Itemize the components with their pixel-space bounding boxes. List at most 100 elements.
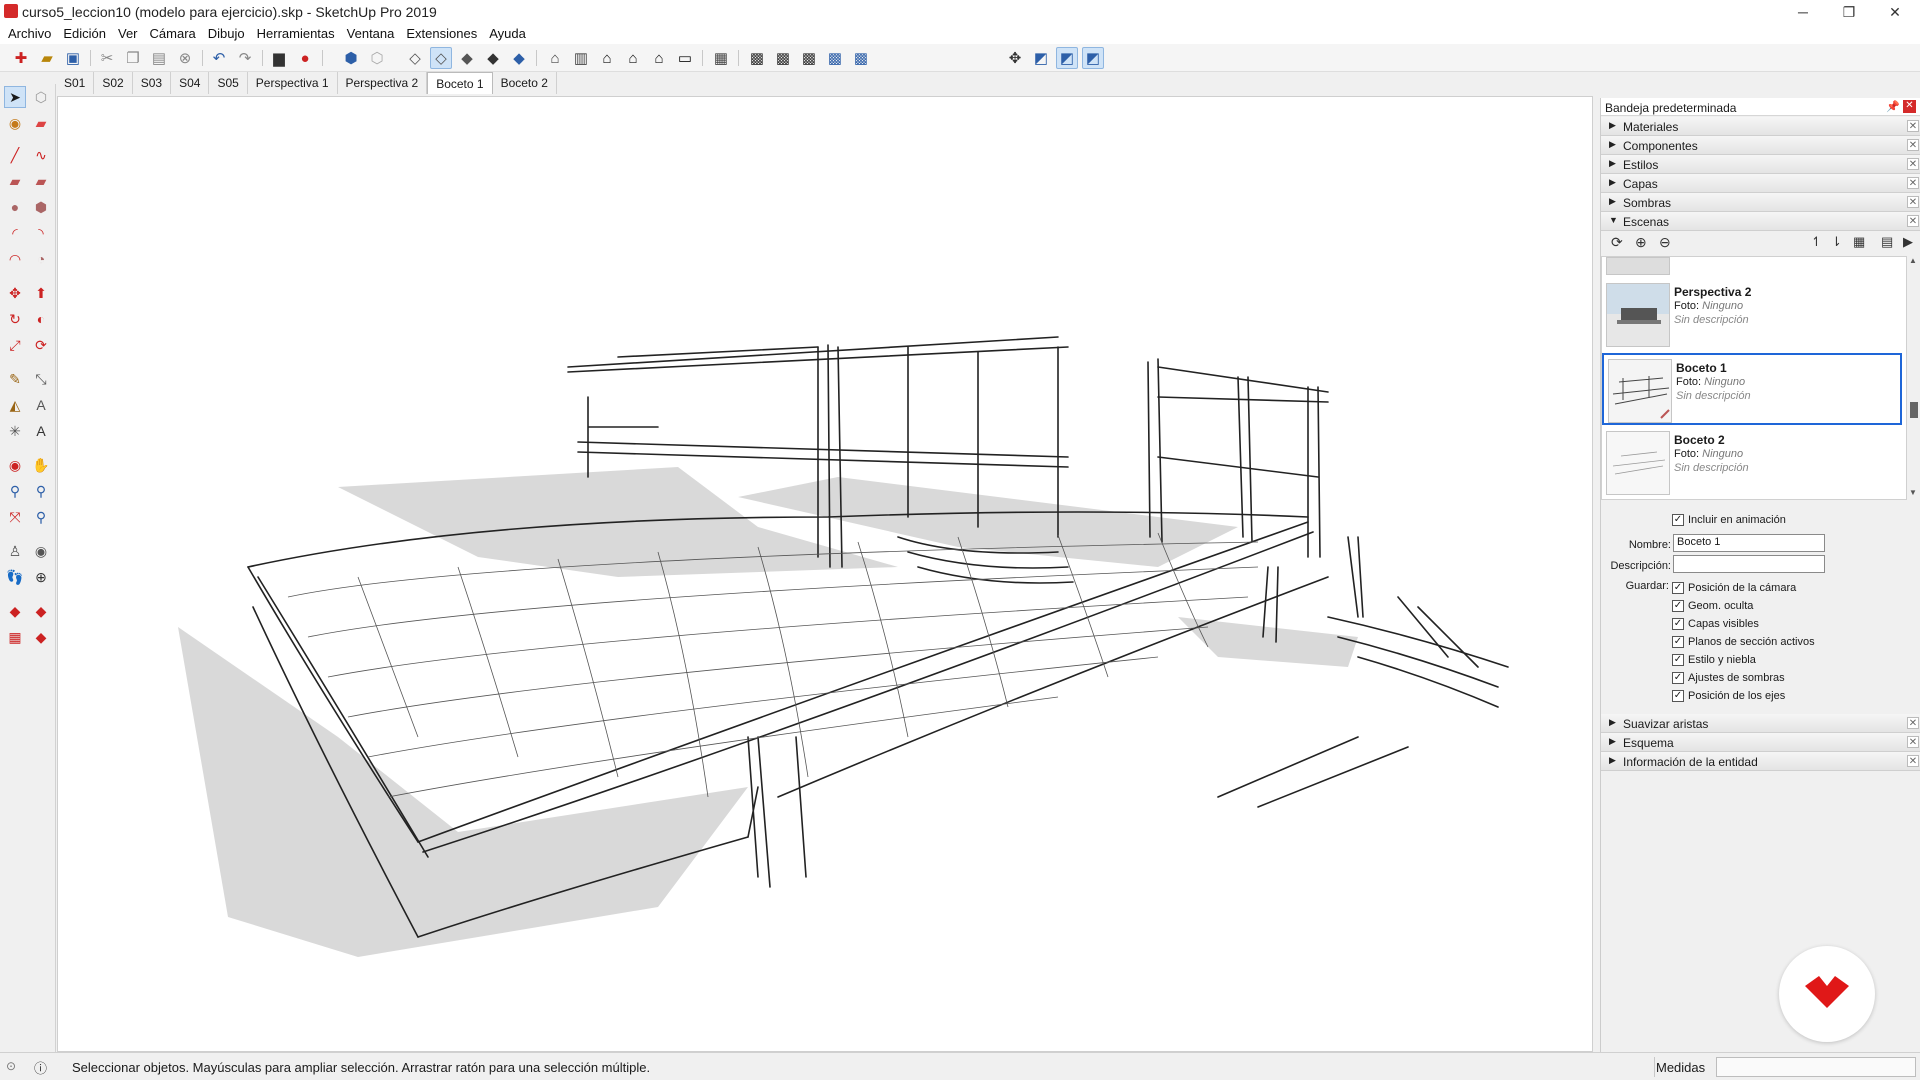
cut-icon[interactable]: ✂ <box>96 47 118 69</box>
close-panel-icon[interactable]: ✕ <box>1907 736 1919 748</box>
walk-mode-icon[interactable]: ◩ <box>1056 47 1078 69</box>
rotated-rectangle-icon[interactable]: ▰ <box>30 170 52 192</box>
scene-list-scrollbar[interactable]: ▲ ▼ <box>1909 256 1919 500</box>
hidden-geometry-checkbox[interactable]: ✓ <box>1672 600 1684 612</box>
extension-manager-icon[interactable]: ▦ <box>4 626 26 648</box>
polygon-tool-icon[interactable]: ⬢ <box>30 196 52 218</box>
update-scene-icon[interactable]: ⟳ <box>1611 234 1623 251</box>
save-option-row[interactable]: ✓ Planos de sección activos <box>1672 634 1815 650</box>
panel-escenas[interactable]: ▼ Escenas ✕ <box>1601 212 1920 231</box>
rectangle-tool-icon[interactable]: ▰ <box>4 170 26 192</box>
remove-scene-icon[interactable]: ⊖ <box>1659 234 1671 251</box>
erase-icon[interactable]: ⊗ <box>174 47 196 69</box>
view-options-icon[interactable]: ▦ <box>1853 234 1865 250</box>
monochrome-style-icon[interactable]: ◆ <box>508 47 530 69</box>
two-point-arc-icon[interactable]: ◝ <box>30 222 52 244</box>
scroll-down-icon[interactable]: ▼ <box>1909 488 1917 497</box>
section-planes-checkbox[interactable]: ✓ <box>1672 636 1684 648</box>
circle-tool-icon[interactable]: ● <box>4 196 26 218</box>
redo-icon[interactable]: ↷ <box>234 47 256 69</box>
tab-boceto-1[interactable]: Boceto 1 <box>427 72 493 94</box>
share-model-icon[interactable]: ◆ <box>30 600 52 622</box>
save-option-row[interactable]: ✓ Geom. oculta <box>1672 598 1753 614</box>
panel-sombras[interactable]: ▶ Sombras ✕ <box>1601 193 1920 212</box>
panel-estilos[interactable]: ▶ Estilos ✕ <box>1601 155 1920 174</box>
move-tool-icon[interactable]: ✥ <box>4 282 26 304</box>
pie-tool-icon[interactable]: ◔ <box>30 248 52 270</box>
paste-icon[interactable]: ▤ <box>148 47 170 69</box>
move-scene-down-icon[interactable]: ⇂ <box>1831 234 1842 250</box>
save-icon[interactable]: ▣ <box>62 47 84 69</box>
section-plane-icon[interactable]: ▩ <box>746 47 768 69</box>
menu-ayuda[interactable]: Ayuda <box>483 24 532 44</box>
tab-s04[interactable]: S04 <box>171 72 210 94</box>
back-edges-style-icon[interactable]: ⬡ <box>366 47 388 69</box>
add-scene-icon[interactable]: ⊕ <box>1635 234 1647 251</box>
menu-archivo[interactable]: Archivo <box>2 24 57 44</box>
save-option-row[interactable]: ✓ Estilo y niebla <box>1672 652 1756 668</box>
extension-warehouse-icon[interactable]: ▩ <box>850 47 872 69</box>
close-panel-icon[interactable]: ✕ <box>1907 755 1919 767</box>
orbit-tool-icon[interactable]: ◉ <box>4 454 26 476</box>
position-camera-icon[interactable]: ♙ <box>4 540 26 562</box>
top-view-icon[interactable]: ▥ <box>570 47 592 69</box>
warehouse-tool-icon[interactable]: ◆ <box>4 600 26 622</box>
sketchup-app-icon[interactable] <box>4 4 18 18</box>
zoom-window-icon[interactable]: ⚲ <box>30 480 52 502</box>
scene-item-boceto-1[interactable]: Boceto 1 Foto: Ninguno Sin descripción <box>1602 353 1902 425</box>
tape-measure-icon[interactable]: ✎ <box>4 368 26 390</box>
open-folder-icon[interactable]: ▰ <box>36 47 58 69</box>
close-panel-icon[interactable]: ✕ <box>1907 177 1919 189</box>
left-view-icon[interactable]: ▭ <box>674 47 696 69</box>
axes-toggle-icon[interactable]: ✥ <box>1004 47 1026 69</box>
save-option-row[interactable]: ✓ Capas visibles <box>1672 616 1759 632</box>
zoom-tool-icon[interactable]: ⚲ <box>4 480 26 502</box>
measurements-input[interactable] <box>1716 1057 1916 1077</box>
tab-s01[interactable]: S01 <box>56 72 95 94</box>
close-panel-icon[interactable]: ✕ <box>1907 196 1919 208</box>
scene-menu-arrow-icon[interactable]: ▶ <box>1903 234 1913 250</box>
visible-layers-checkbox[interactable]: ✓ <box>1672 618 1684 630</box>
pin-icon[interactable]: 📌 <box>1886 100 1900 113</box>
menu-camara[interactable]: Cámara <box>144 24 202 44</box>
shadow-settings-checkbox[interactable]: ✓ <box>1672 672 1684 684</box>
move-scene-up-icon[interactable]: ↿ <box>1811 234 1822 250</box>
close-panel-icon[interactable]: ✕ <box>1907 717 1919 729</box>
print-icon[interactable]: ▆ <box>268 47 290 69</box>
shaded-textures-style-icon[interactable]: ◆ <box>482 47 504 69</box>
tab-s03[interactable]: S03 <box>133 72 172 94</box>
hide-details-icon[interactable]: ▤ <box>1881 234 1893 250</box>
section-plane-tool-icon[interactable]: ⊕ <box>30 566 52 588</box>
section-display-icon[interactable]: ▩ <box>824 47 846 69</box>
back-view-icon[interactable]: ⌂ <box>648 47 670 69</box>
make-component-icon[interactable]: ⬡ <box>30 86 52 108</box>
three-point-arc-icon[interactable]: ◠ <box>4 248 26 270</box>
tab-perspectiva-2[interactable]: Perspectiva 2 <box>338 72 428 94</box>
close-panel-icon[interactable]: ✕ <box>1907 139 1919 151</box>
previous-view-icon[interactable]: ⚲ <box>30 506 52 528</box>
model-viewport[interactable] <box>57 96 1593 1052</box>
tab-boceto-2[interactable]: Boceto 2 <box>493 72 557 94</box>
close-button[interactable]: ✕ <box>1872 0 1918 24</box>
arc-tool-icon[interactable]: ◜ <box>4 222 26 244</box>
menu-dibujo[interactable]: Dibujo <box>202 24 251 44</box>
ruby-console-icon[interactable]: ◆ <box>30 626 52 648</box>
walk-tool-icon[interactable]: 👣 <box>4 566 26 588</box>
save-option-row[interactable]: ✓ Posición de los ejes <box>1672 688 1785 704</box>
scene-item-boceto-2[interactable]: Boceto 2 Foto: Ninguno Sin descripción <box>1602 427 1906 499</box>
scene-description-input[interactable] <box>1673 555 1825 573</box>
camera-position-icon[interactable]: ◩ <box>1030 47 1052 69</box>
panel-componentes[interactable]: ▶ Componentes ✕ <box>1601 136 1920 155</box>
undo-icon[interactable]: ↶ <box>208 47 230 69</box>
axes-tool-icon[interactable]: ✳ <box>4 420 26 442</box>
xray-style-icon[interactable]: ⬢ <box>340 47 362 69</box>
copy-icon[interactable]: ❐ <box>122 47 144 69</box>
panel-informacion-entidad[interactable]: ▶ Información de la entidad ✕ <box>1601 752 1920 771</box>
warehouse-icon[interactable]: ▦ <box>710 47 732 69</box>
axes-position-checkbox[interactable]: ✓ <box>1672 690 1684 702</box>
scene-item-perspectiva-2[interactable]: Perspectiva 2 Foto: Ninguno Sin descripc… <box>1602 279 1906 351</box>
line-tool-icon[interactable]: ╱ <box>4 144 26 166</box>
new-model-icon[interactable]: ✚ <box>10 47 32 69</box>
tab-s05[interactable]: S05 <box>209 72 248 94</box>
save-option-row[interactable]: ✓ Posición de la cámara <box>1672 580 1796 596</box>
